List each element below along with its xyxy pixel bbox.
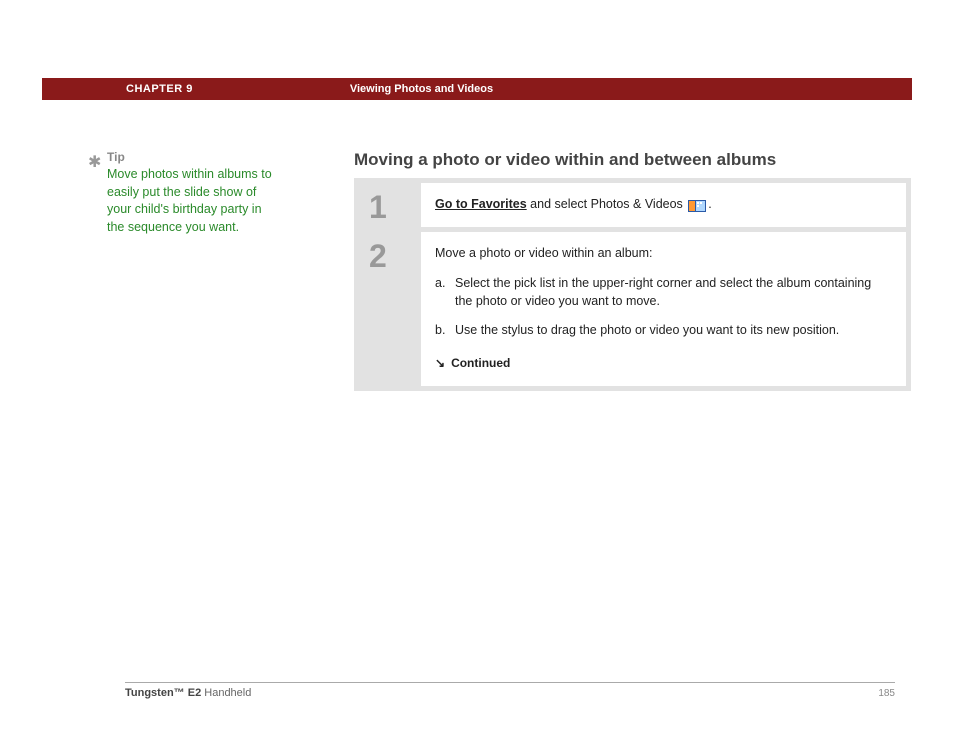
sub-step-list: a. Select the pick list in the upper-rig…: [435, 274, 892, 338]
sub-step-text: Use the stylus to drag the photo or vide…: [455, 321, 892, 339]
tip-label: Tip: [107, 150, 272, 164]
step-row: 2 Move a photo or video within an album:…: [359, 232, 906, 386]
footer-page-number: 185: [878, 688, 895, 699]
step-body: Go to Favorites and select Photos & Vide…: [421, 183, 906, 227]
sub-step-text: Select the pick list in the upper-right …: [455, 274, 892, 310]
step-body: Move a photo or video within an album: a…: [421, 232, 906, 386]
sub-step-letter: a.: [435, 274, 455, 310]
footer-rule: [125, 682, 895, 683]
chapter-title: Viewing Photos and Videos: [350, 83, 493, 95]
tip-text: Move photos within albums to easily put …: [107, 166, 272, 236]
section-title: Moving a photo or video within and betwe…: [354, 150, 776, 170]
tip-sidebar: ✱ Tip Move photos within albums to easil…: [107, 150, 272, 236]
step-end: .: [708, 197, 711, 211]
chapter-header: CHAPTER 9 Viewing Photos and Videos: [42, 78, 912, 100]
go-to-favorites-link[interactable]: Go to Favorites: [435, 197, 527, 211]
step-number: 1: [359, 183, 421, 227]
step-number: 2: [359, 232, 421, 386]
continued-label: Continued: [451, 355, 510, 372]
continued-indicator: ↘ Continued: [435, 355, 892, 372]
sub-step-letter: b.: [435, 321, 455, 339]
asterisk-icon: ✱: [88, 152, 101, 172]
footer-product: Tungsten™ E2 Handheld: [125, 687, 251, 699]
step-text: and select Photos & Videos: [527, 197, 687, 211]
chapter-number-label: CHAPTER 9: [126, 83, 193, 95]
step-intro: Move a photo or video within an album:: [435, 244, 892, 262]
sub-step: a. Select the pick list in the upper-rig…: [435, 274, 892, 310]
footer-product-bold: Tungsten™ E2: [125, 687, 201, 699]
continued-arrow-icon: ↘: [435, 355, 445, 372]
footer-product-rest: Handheld: [201, 687, 251, 699]
sub-step: b. Use the stylus to drag the photo or v…: [435, 321, 892, 339]
steps-container: 1 Go to Favorites and select Photos & Vi…: [354, 178, 911, 391]
step-row: 1 Go to Favorites and select Photos & Vi…: [359, 183, 906, 227]
photos-videos-icon: [688, 199, 706, 211]
